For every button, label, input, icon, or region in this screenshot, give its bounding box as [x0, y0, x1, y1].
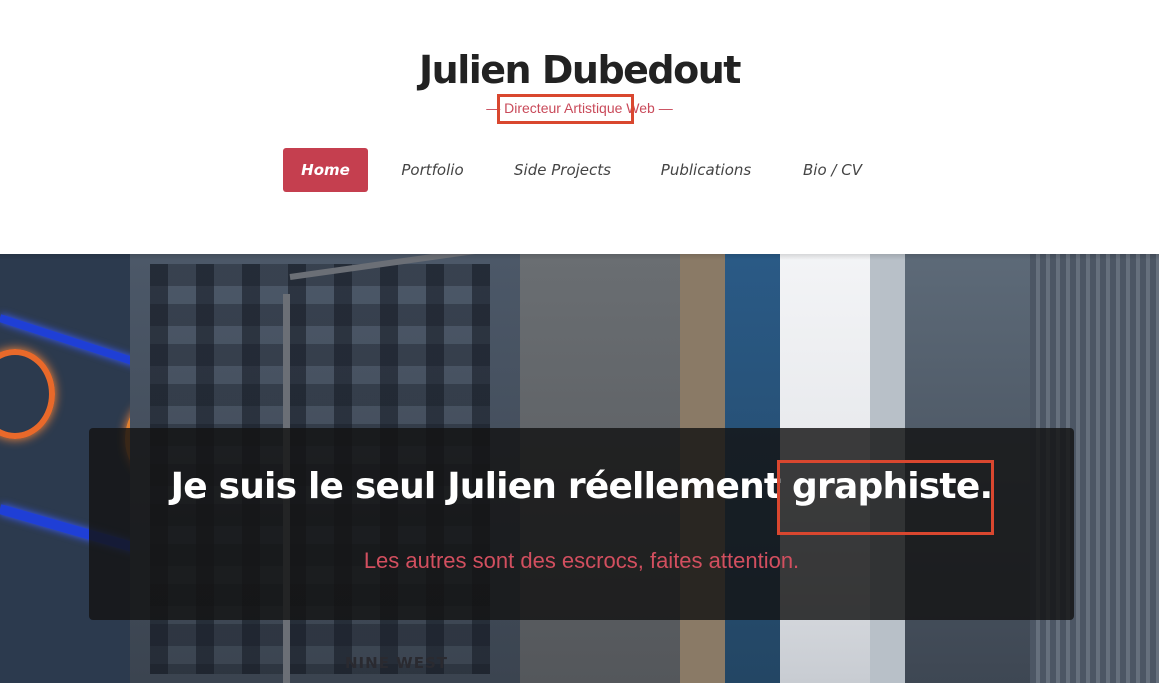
- nav-item-side-projects[interactable]: Side Projects: [505, 148, 620, 192]
- site-title[interactable]: Julien Dubedout: [0, 48, 1159, 92]
- site-tagline: — Directeur Artistique Web —: [0, 100, 1159, 116]
- tagline-text: Directeur Artistique Web: [504, 100, 655, 116]
- site-header: Julien Dubedout — Directeur Artistique W…: [0, 0, 1159, 254]
- store-sign: NINE WEST: [345, 654, 448, 672]
- nav-item-publications[interactable]: Publications: [650, 148, 762, 192]
- hero-headline: Je suis le seul Julien réellement graphi…: [170, 466, 993, 507]
- hero-text-overlay: [89, 428, 1074, 620]
- nav-item-portfolio[interactable]: Portfolio: [390, 148, 475, 192]
- hero-subline: Les autres sont des escrocs, faites atte…: [363, 548, 800, 573]
- hero-top-shadow: [0, 254, 1159, 260]
- nav-item-bio-cv[interactable]: Bio / CV: [790, 148, 875, 192]
- tagline-dash-left: —: [486, 100, 501, 116]
- tagline-dash-right: —: [658, 100, 673, 116]
- nav-item-home[interactable]: Home: [283, 148, 368, 192]
- main-nav: Home Portfolio Side Projects Publication…: [0, 148, 1159, 192]
